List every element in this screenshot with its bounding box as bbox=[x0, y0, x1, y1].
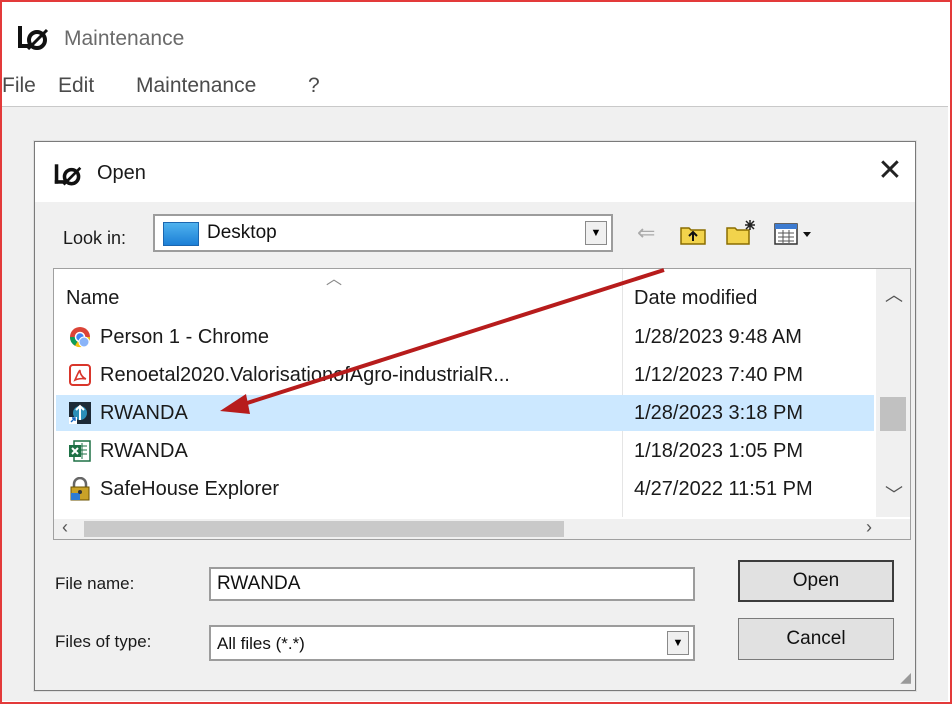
list-item[interactable]: Person 1 - Chrome 1/28/2023 9:48 AM bbox=[56, 319, 874, 355]
list-item-selected[interactable]: RWANDA 1/28/2023 3:18 PM bbox=[56, 395, 874, 431]
sort-up-icon: ︿ bbox=[326, 271, 343, 288]
scroll-left-icon[interactable]: ‹ bbox=[62, 517, 68, 538]
menu-edit[interactable]: Edit bbox=[58, 74, 94, 98]
close-icon[interactable]: ✕ bbox=[867, 148, 913, 194]
column-header-date-modified[interactable]: Date modified bbox=[634, 287, 757, 310]
chrome-icon bbox=[69, 327, 91, 348]
file-date: 1/28/2023 3:18 PM bbox=[634, 402, 804, 424]
open-button[interactable]: Open bbox=[738, 560, 894, 602]
view-menu-icon[interactable] bbox=[773, 222, 815, 246]
safehouse-icon bbox=[70, 477, 90, 501]
dialog-title: Open bbox=[97, 162, 146, 184]
menu-bar: File Edit Maintenance ? bbox=[2, 66, 950, 104]
app-logo-icon bbox=[18, 26, 49, 50]
files-of-type-dropdown-button[interactable]: ▼ bbox=[667, 631, 689, 655]
file-date: 1/28/2023 9:48 AM bbox=[634, 326, 802, 348]
scroll-down-icon[interactable]: ﹀ bbox=[885, 481, 903, 507]
file-date: 4/27/2022 11:51 PM bbox=[634, 478, 813, 500]
horizontal-scrollbar[interactable]: ‹ › bbox=[54, 517, 910, 539]
excel-icon bbox=[69, 440, 91, 462]
look-in-label: Look in: bbox=[63, 228, 127, 248]
dialog-titlebar: Open ✕ bbox=[35, 142, 915, 202]
desktop-icon bbox=[163, 222, 199, 246]
files-of-type-value: All files (*.*) bbox=[217, 634, 305, 653]
file-name: SafeHouse Explorer bbox=[100, 478, 279, 500]
pdf-icon bbox=[69, 364, 91, 386]
app-titlebar: Maintenance bbox=[2, 2, 950, 64]
dialog-logo-icon bbox=[54, 164, 82, 186]
file-name: Person 1 - Chrome bbox=[100, 326, 269, 348]
look-in-dropdown-button[interactable]: ▼ bbox=[585, 221, 607, 245]
new-folder-icon[interactable] bbox=[725, 218, 757, 246]
file-name: RWANDA bbox=[100, 440, 188, 462]
scroll-up-icon[interactable]: ︿ bbox=[885, 281, 903, 307]
menu-maintenance[interactable]: Maintenance bbox=[136, 74, 256, 98]
vertical-scrollbar[interactable]: ︿ ﹀ bbox=[876, 269, 910, 517]
file-name: RWANDA bbox=[100, 402, 188, 424]
app-shortcut-icon bbox=[69, 402, 91, 424]
vertical-scroll-thumb[interactable] bbox=[880, 397, 906, 431]
file-list[interactable]: ︿ Name Date modified Person 1 - Chrome 1… bbox=[53, 268, 911, 540]
file-name: Renoetal2020.ValorisationofAgro-industri… bbox=[100, 364, 510, 386]
cancel-button[interactable]: Cancel bbox=[738, 618, 894, 660]
app-title: Maintenance bbox=[64, 27, 185, 50]
file-name-input[interactable] bbox=[209, 567, 695, 601]
up-folder-icon[interactable] bbox=[679, 222, 707, 246]
menu-file[interactable]: File bbox=[2, 74, 36, 98]
list-item[interactable]: RWANDA 1/18/2023 1:05 PM bbox=[56, 433, 874, 469]
column-header-name[interactable]: Name bbox=[66, 287, 119, 310]
file-date: 1/12/2023 7:40 PM bbox=[634, 364, 804, 386]
files-of-type-combobox[interactable]: All files (*.*) ▼ bbox=[209, 625, 695, 661]
list-item[interactable]: SafeHouse Explorer 4/27/2022 11:51 PM bbox=[56, 471, 874, 507]
scroll-right-icon[interactable]: › bbox=[866, 517, 872, 538]
back-arrow-icon[interactable]: ⇐ bbox=[637, 220, 655, 246]
menu-help[interactable]: ? bbox=[308, 74, 320, 98]
file-name-label: File name: bbox=[55, 574, 135, 593]
list-item[interactable]: Renoetal2020.ValorisationofAgro-industri… bbox=[56, 357, 874, 393]
look-in-combobox[interactable]: Desktop ▼ bbox=[153, 214, 613, 252]
resize-grip-icon[interactable]: ◢ bbox=[900, 669, 911, 686]
open-dialog: Open ✕ Look in: Desktop ▼ ⇐ ︿ Name Date … bbox=[34, 141, 916, 691]
look-in-value: Desktop bbox=[207, 222, 277, 243]
horizontal-scroll-thumb[interactable] bbox=[84, 521, 564, 537]
file-date: 1/18/2023 1:05 PM bbox=[634, 440, 804, 462]
files-of-type-label: Files of type: bbox=[55, 632, 152, 651]
